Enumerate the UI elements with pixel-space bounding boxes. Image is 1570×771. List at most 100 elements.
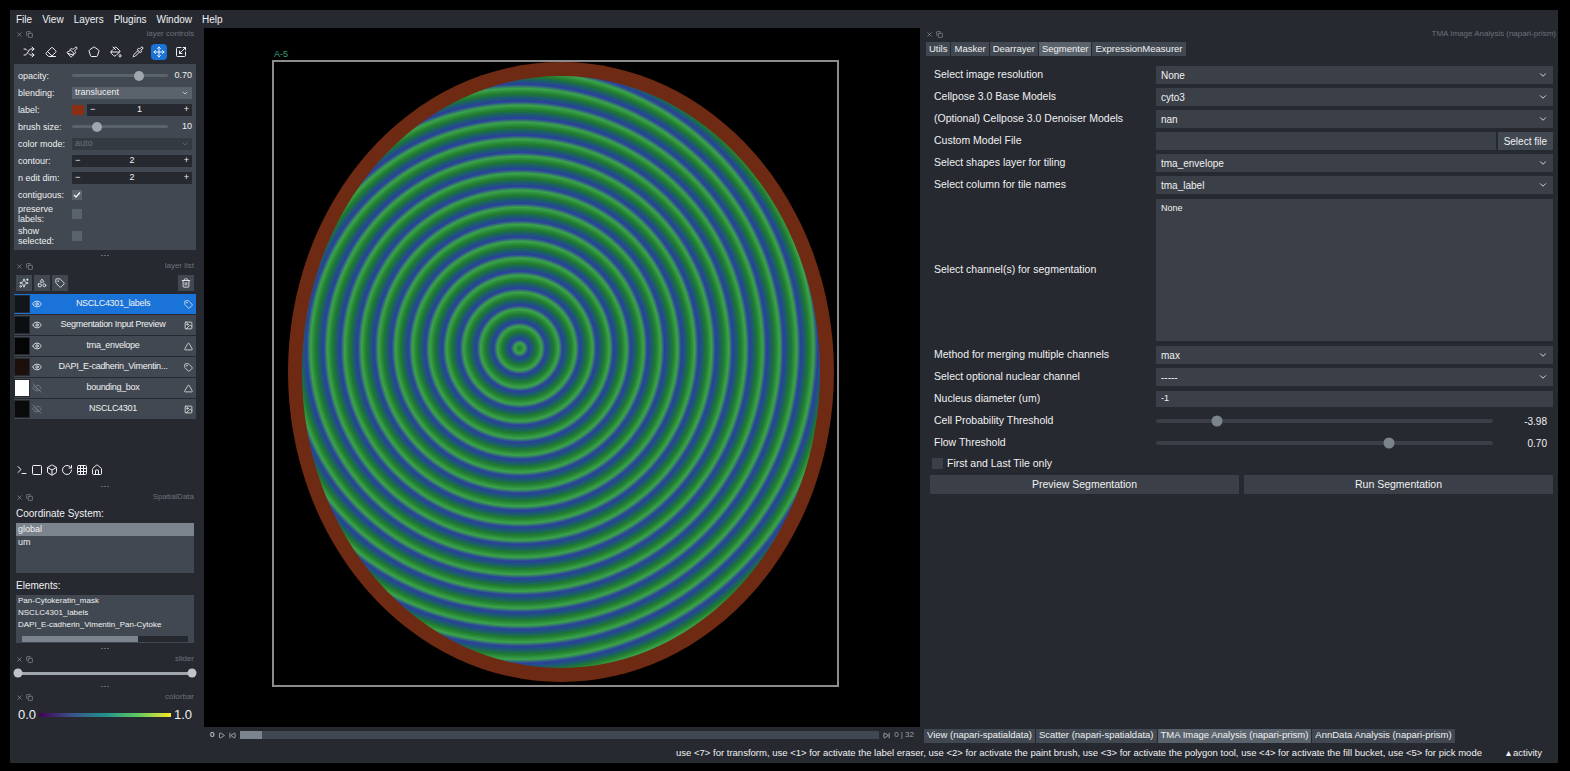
slider-handle[interactable] <box>134 71 144 81</box>
eye-icon[interactable] <box>32 362 42 372</box>
new-labels-button[interactable] <box>52 275 68 291</box>
tool-button[interactable] <box>64 44 80 60</box>
float-icon[interactable] <box>26 263 33 270</box>
menu-item[interactable]: Help <box>202 12 223 27</box>
action-button[interactable]: Preview Segmentation <box>930 475 1239 494</box>
slider-track[interactable] <box>72 74 168 77</box>
canvas[interactable]: A-5 <box>204 28 920 727</box>
3d-icon[interactable] <box>46 464 58 476</box>
menu-item[interactable]: Window <box>156 12 192 27</box>
file-input[interactable] <box>1156 132 1496 150</box>
float-icon[interactable] <box>26 694 33 701</box>
eye-off-icon[interactable] <box>32 383 42 393</box>
resize-handle[interactable]: ··· <box>14 250 196 260</box>
eye-icon[interactable] <box>32 341 42 351</box>
float-icon[interactable] <box>26 494 33 501</box>
layer-row[interactable]: tma_envelope <box>14 336 196 356</box>
tool-button[interactable] <box>108 44 124 60</box>
increment-button[interactable]: + <box>184 171 189 185</box>
listbox-item[interactable]: None <box>1161 202 1548 216</box>
roll-icon[interactable] <box>61 464 73 476</box>
range-handle-high[interactable] <box>188 669 197 678</box>
tool-button[interactable] <box>86 44 102 60</box>
delete-layer-button[interactable] <box>178 275 194 291</box>
menu-item[interactable]: Layers <box>74 12 104 27</box>
bottom-dock-tab[interactable]: TMA Image Analysis (napari-prism) <box>1158 729 1312 743</box>
element-item[interactable]: Pan-Cytokeratin_mask <box>16 595 194 607</box>
slider-track[interactable] <box>72 125 168 128</box>
activity-button[interactable]: ▴activity <box>1506 746 1542 760</box>
slider-handle[interactable] <box>1211 416 1222 427</box>
new-points-button[interactable] <box>16 275 32 291</box>
new-shapes-button[interactable] <box>34 275 50 291</box>
slider-handle[interactable] <box>1383 438 1394 449</box>
dropdown[interactable]: tma_label <box>1156 176 1553 194</box>
step-forward-icon[interactable] <box>883 732 890 739</box>
dropdown[interactable]: max <box>1156 346 1553 364</box>
horizontal-scrollbar[interactable] <box>22 636 188 642</box>
menu-item[interactable]: View <box>42 12 64 27</box>
action-button[interactable]: Run Segmentation <box>1244 475 1553 494</box>
float-icon[interactable] <box>26 31 33 38</box>
menu-item[interactable]: File <box>16 12 32 27</box>
dock-tab[interactable]: Masker <box>951 42 988 56</box>
bottom-dock-tab[interactable]: Scatter (napari-spatialdata) <box>1036 729 1157 743</box>
checkbox[interactable] <box>932 458 943 469</box>
dropdown[interactable]: tma_envelope <box>1156 154 1553 172</box>
dock-tab[interactable]: Segmenter <box>1039 42 1091 56</box>
checkbox[interactable] <box>72 231 82 241</box>
layer-row[interactable]: DAPI_E-cadherin_Vimentin... <box>14 357 196 377</box>
dims-track[interactable] <box>240 731 879 739</box>
close-icon[interactable] <box>16 494 23 501</box>
layer-row[interactable]: NSCLC4301_labels <box>14 294 196 314</box>
dropdown[interactable]: cyto3 <box>1156 88 1553 106</box>
resize-handle[interactable]: ··· <box>14 643 196 653</box>
bottom-dock-tab[interactable]: AnnData Analysis (napari-prism) <box>1312 729 1454 743</box>
dropdown[interactable]: None <box>1156 66 1553 84</box>
grid-icon[interactable] <box>76 464 88 476</box>
spin-box[interactable]: −2+ <box>72 155 192 167</box>
checkbox[interactable] <box>72 209 82 219</box>
bottom-dock-tab[interactable]: View (napari-spatialdata) <box>924 729 1035 743</box>
dropdown[interactable]: nan <box>1156 110 1553 128</box>
slider-handle[interactable] <box>92 122 102 132</box>
dropdown[interactable]: ----- <box>1156 368 1553 386</box>
resize-handle[interactable]: ··· <box>14 481 196 491</box>
coordinate-system-item[interactable]: um <box>16 536 194 549</box>
tool-button[interactable] <box>173 44 189 60</box>
dock-tab[interactable]: Dearrayer <box>990 42 1038 56</box>
eye-icon[interactable] <box>32 299 42 309</box>
decrement-button[interactable]: − <box>75 154 80 168</box>
layer-row[interactable]: Segmentation Input Preview <box>14 315 196 335</box>
tool-button[interactable] <box>43 44 59 60</box>
dock-tab[interactable]: Utils <box>926 42 950 56</box>
text-input[interactable]: -1 <box>1156 391 1553 407</box>
dims-handle[interactable] <box>240 731 262 739</box>
range-handle-low[interactable] <box>14 669 23 678</box>
console-icon[interactable] <box>16 464 28 476</box>
close-icon[interactable] <box>16 656 23 663</box>
select-file-button[interactable]: Select file <box>1498 132 1553 150</box>
decrement-button[interactable]: − <box>90 103 95 117</box>
coordinate-system-item[interactable]: global <box>16 523 194 536</box>
eye-icon[interactable] <box>32 320 42 330</box>
decrement-button[interactable]: − <box>75 171 80 185</box>
tool-button[interactable] <box>151 44 167 60</box>
close-icon[interactable] <box>16 31 23 38</box>
home-icon[interactable] <box>91 464 103 476</box>
tool-button[interactable] <box>21 44 37 60</box>
channel-listbox[interactable]: None <box>1156 199 1553 341</box>
close-icon[interactable] <box>16 263 23 270</box>
ndisplay-icon[interactable] <box>31 464 43 476</box>
increment-button[interactable]: + <box>184 103 189 117</box>
element-item[interactable]: NSCLC4301_labels <box>16 607 194 619</box>
spin-box[interactable]: −2+ <box>72 172 192 184</box>
checkbox[interactable] <box>72 190 82 200</box>
layer-row[interactable]: bounding_box <box>14 378 196 398</box>
range-slider[interactable] <box>14 665 196 681</box>
slider-track[interactable] <box>1156 441 1493 445</box>
eye-off-icon[interactable] <box>32 404 42 414</box>
layer-row[interactable]: NSCLC4301 <box>14 399 196 419</box>
menu-item[interactable]: Plugins <box>114 12 147 27</box>
float-icon[interactable] <box>26 656 33 663</box>
